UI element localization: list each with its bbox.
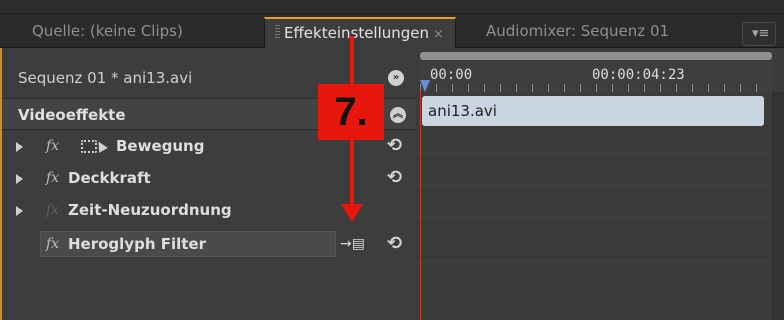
reset-icon[interactable]: ⟲: [387, 130, 402, 162]
fx-toggle-icon[interactable]: fx: [46, 162, 59, 194]
start-timecode: 00:00: [430, 67, 473, 83]
tab-effect-controls-label: Effekteinstellungen: [284, 24, 430, 42]
time-ruler[interactable]: 00:00 00:00:04:23: [420, 62, 772, 92]
tab-audio-mixer[interactable]: Audiomixer: Sequenz 01: [476, 17, 669, 48]
track-divider: [416, 222, 784, 223]
tab-effect-controls[interactable]: Effekteinstellungen ×: [264, 17, 456, 48]
collapse-up-icon[interactable]: ︽: [390, 107, 406, 123]
playhead-line: [420, 90, 421, 320]
effect-label: Bewegung: [116, 137, 205, 155]
sequence-label: Sequenz 01 * ani13.avi: [18, 69, 193, 87]
show-timeline-toggle-icon[interactable]: »: [388, 70, 404, 86]
effect-label: Deckkraft: [68, 169, 151, 187]
ruler-ticks: [420, 84, 772, 92]
reset-icon[interactable]: ⟲: [387, 162, 402, 194]
track-divider: [416, 158, 784, 159]
effect-label: Heroglyph Filter: [68, 235, 206, 253]
panel-tab-bar: Quelle: (keine Clips) Effekteinstellunge…: [0, 14, 784, 48]
panel-menu-button[interactable]: ▾≡: [742, 22, 776, 46]
video-effects-label: Videoeffekte: [18, 106, 126, 124]
top-strip: [0, 0, 784, 14]
fx-toggle-icon[interactable]: fx: [46, 130, 59, 162]
track-divider: [416, 256, 784, 257]
filter-settings-icon[interactable]: →▤: [340, 228, 365, 260]
expand-triangle-icon[interactable]: [16, 142, 23, 152]
playhead-handle-icon[interactable]: [420, 80, 430, 92]
track-divider: [416, 190, 784, 191]
panel-menu-icon: ▾≡: [752, 26, 770, 41]
vertical-scrollbar[interactable]: [772, 92, 784, 320]
zoom-bar[interactable]: [420, 52, 772, 60]
tab-grip-icon[interactable]: [275, 25, 280, 39]
tab-source[interactable]: Quelle: (keine Clips): [22, 17, 183, 48]
tab-audio-mixer-label: Audiomixer: Sequenz 01: [486, 22, 670, 40]
effect-row-heroglyph-filter[interactable]: fx Heroglyph Filter →▤ ⟲: [2, 228, 416, 260]
expand-triangle-icon[interactable]: [16, 206, 23, 216]
tab-source-label: Quelle: (keine Clips): [32, 22, 183, 40]
fx-toggle-icon: fx: [46, 202, 60, 218]
effect-label: Zeit-Neuzuordnung: [68, 201, 232, 219]
clip-name: ani13.avi: [428, 102, 497, 120]
end-timecode: 00:00:04:23: [592, 67, 685, 83]
annotation-step-badge: 7.: [318, 84, 384, 140]
clip-bar[interactable]: ani13.avi: [422, 96, 764, 126]
effect-controls-panel: Quelle: (keine Clips) Effekteinstellunge…: [0, 0, 784, 320]
mini-timeline: 00:00 00:00:04:23 ani13.avi: [416, 48, 784, 320]
expand-triangle-icon[interactable]: [16, 174, 23, 184]
fx-toggle-icon[interactable]: fx: [46, 228, 59, 260]
annotation-arrow-head-icon: [341, 204, 363, 222]
reset-icon[interactable]: ⟲: [387, 228, 402, 260]
close-icon[interactable]: ×: [433, 27, 444, 42]
